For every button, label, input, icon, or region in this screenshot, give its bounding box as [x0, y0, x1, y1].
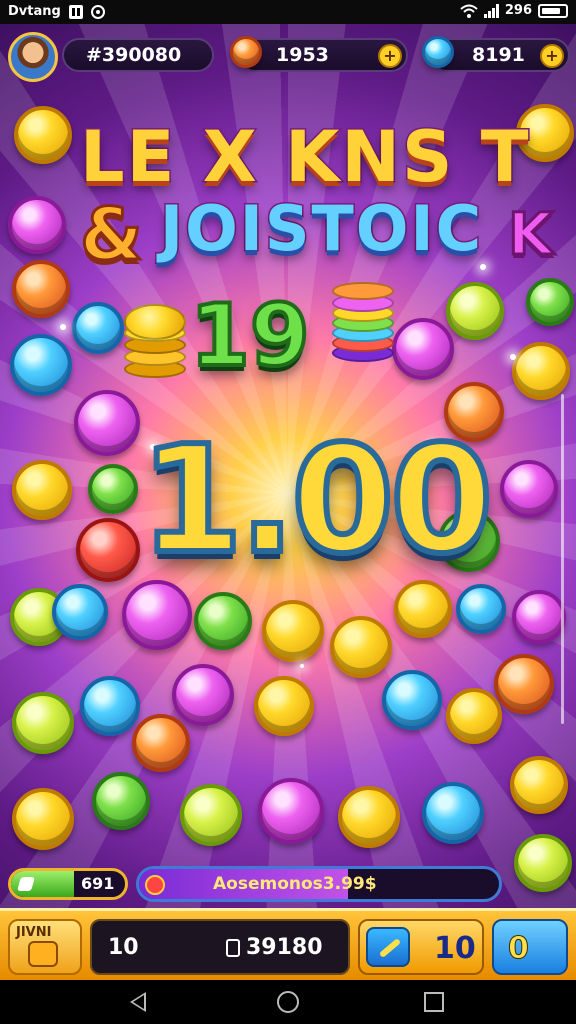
coin — [338, 786, 400, 848]
status-bar: Dvtang 296 — [0, 0, 576, 24]
sword-button[interactable]: 10 — [358, 919, 484, 975]
coin — [394, 580, 452, 638]
sparkle — [510, 354, 516, 360]
coin — [494, 654, 554, 714]
score-pill: #390080 — [62, 38, 214, 72]
coin — [258, 778, 324, 844]
coin — [52, 584, 108, 640]
coin-stack — [124, 300, 186, 378]
coin — [12, 260, 70, 318]
carrier-label: Dvtang — [8, 4, 61, 19]
coin — [76, 518, 140, 582]
navigation-bar — [0, 980, 576, 1024]
bet-value: 10 — [108, 935, 139, 960]
game-screen[interactable]: #390080 1953 + 8191 + LE X KNS T & JOIST… — [0, 24, 576, 980]
coin — [10, 334, 72, 396]
back-icon[interactable] — [130, 992, 146, 1012]
coin — [14, 106, 72, 164]
menu-label: JIVNI — [16, 925, 52, 940]
coin — [254, 676, 314, 736]
score-value: #390080 — [86, 44, 182, 66]
add-gems-button[interactable]: + — [540, 44, 564, 68]
scroll-indicator — [561, 394, 564, 724]
coin — [510, 756, 568, 814]
coin — [180, 784, 242, 846]
boost-value: 0 — [508, 931, 530, 967]
level-progress-bar: Aosemonos3.99$ — [136, 866, 502, 902]
coin — [446, 688, 502, 744]
coin — [88, 464, 138, 514]
home-icon[interactable] — [277, 991, 299, 1013]
coins-pill: 1953 + — [230, 36, 408, 72]
coin — [526, 278, 574, 326]
coin — [92, 772, 150, 830]
avatar-icon[interactable] — [8, 32, 58, 82]
coin — [262, 600, 324, 662]
coin — [330, 616, 392, 678]
game-title-line1: LE X KNS T — [79, 115, 531, 200]
top-bar: #390080 1953 + 8191 + — [0, 30, 576, 82]
record-icon — [90, 4, 105, 19]
coin — [172, 664, 234, 726]
recents-icon[interactable] — [424, 992, 444, 1012]
coin — [12, 460, 72, 520]
level-progress-label: Aosemonos3.99$ — [213, 874, 377, 894]
coin — [392, 318, 454, 380]
coin — [500, 460, 558, 518]
boost-button[interactable]: 0 — [492, 919, 568, 975]
progress-row: 691 Aosemonos3.99$ — [0, 862, 576, 906]
progress-marker-icon — [145, 875, 165, 895]
chest-icon — [28, 941, 58, 967]
coin-icon — [230, 36, 262, 68]
sparkle — [60, 324, 66, 330]
signal-icon — [483, 3, 499, 18]
coin — [194, 592, 252, 650]
game-title-line2: JOISTOIC — [158, 191, 484, 267]
wallet-icon — [226, 939, 240, 957]
coin — [512, 342, 570, 400]
coins-value: 1953 — [276, 44, 329, 66]
sword-value: 10 — [434, 931, 476, 966]
gems-pill: 8191 + — [422, 36, 570, 72]
wifi-icon — [460, 4, 478, 18]
bet-panel: 10 39180 — [90, 919, 350, 975]
balance-value: 39180 — [246, 935, 323, 960]
coin — [122, 580, 192, 650]
energy-value: 691 — [81, 874, 115, 893]
game-title-amp: & — [79, 191, 145, 278]
energy-bar: 691 — [8, 868, 128, 900]
coin — [422, 782, 484, 844]
menu-button[interactable]: JIVNI — [8, 919, 82, 975]
combo-counter: 19 — [188, 284, 312, 388]
coin — [12, 692, 74, 754]
multiplier-display: 1.00 — [137, 411, 496, 589]
coin — [74, 390, 140, 456]
coin — [382, 670, 442, 730]
coin — [8, 196, 66, 254]
add-coins-button[interactable]: + — [378, 44, 402, 68]
sparkle — [300, 664, 304, 668]
coin — [456, 584, 506, 634]
coin — [512, 590, 566, 644]
bottom-bar: JIVNI 10 39180 10 0 — [0, 908, 576, 980]
coin — [446, 282, 504, 340]
gem-icon — [422, 36, 454, 68]
coin — [80, 676, 140, 736]
coin — [72, 302, 124, 354]
battery-icon — [538, 3, 568, 18]
game-title-k: K — [507, 199, 555, 270]
coin-stack — [332, 282, 394, 362]
gems-value: 8191 — [472, 44, 525, 66]
pause-icon — [68, 4, 83, 19]
sword-icon — [366, 927, 410, 967]
battery-percent: 296 — [504, 3, 532, 18]
coin — [12, 788, 74, 850]
coin — [132, 714, 190, 772]
